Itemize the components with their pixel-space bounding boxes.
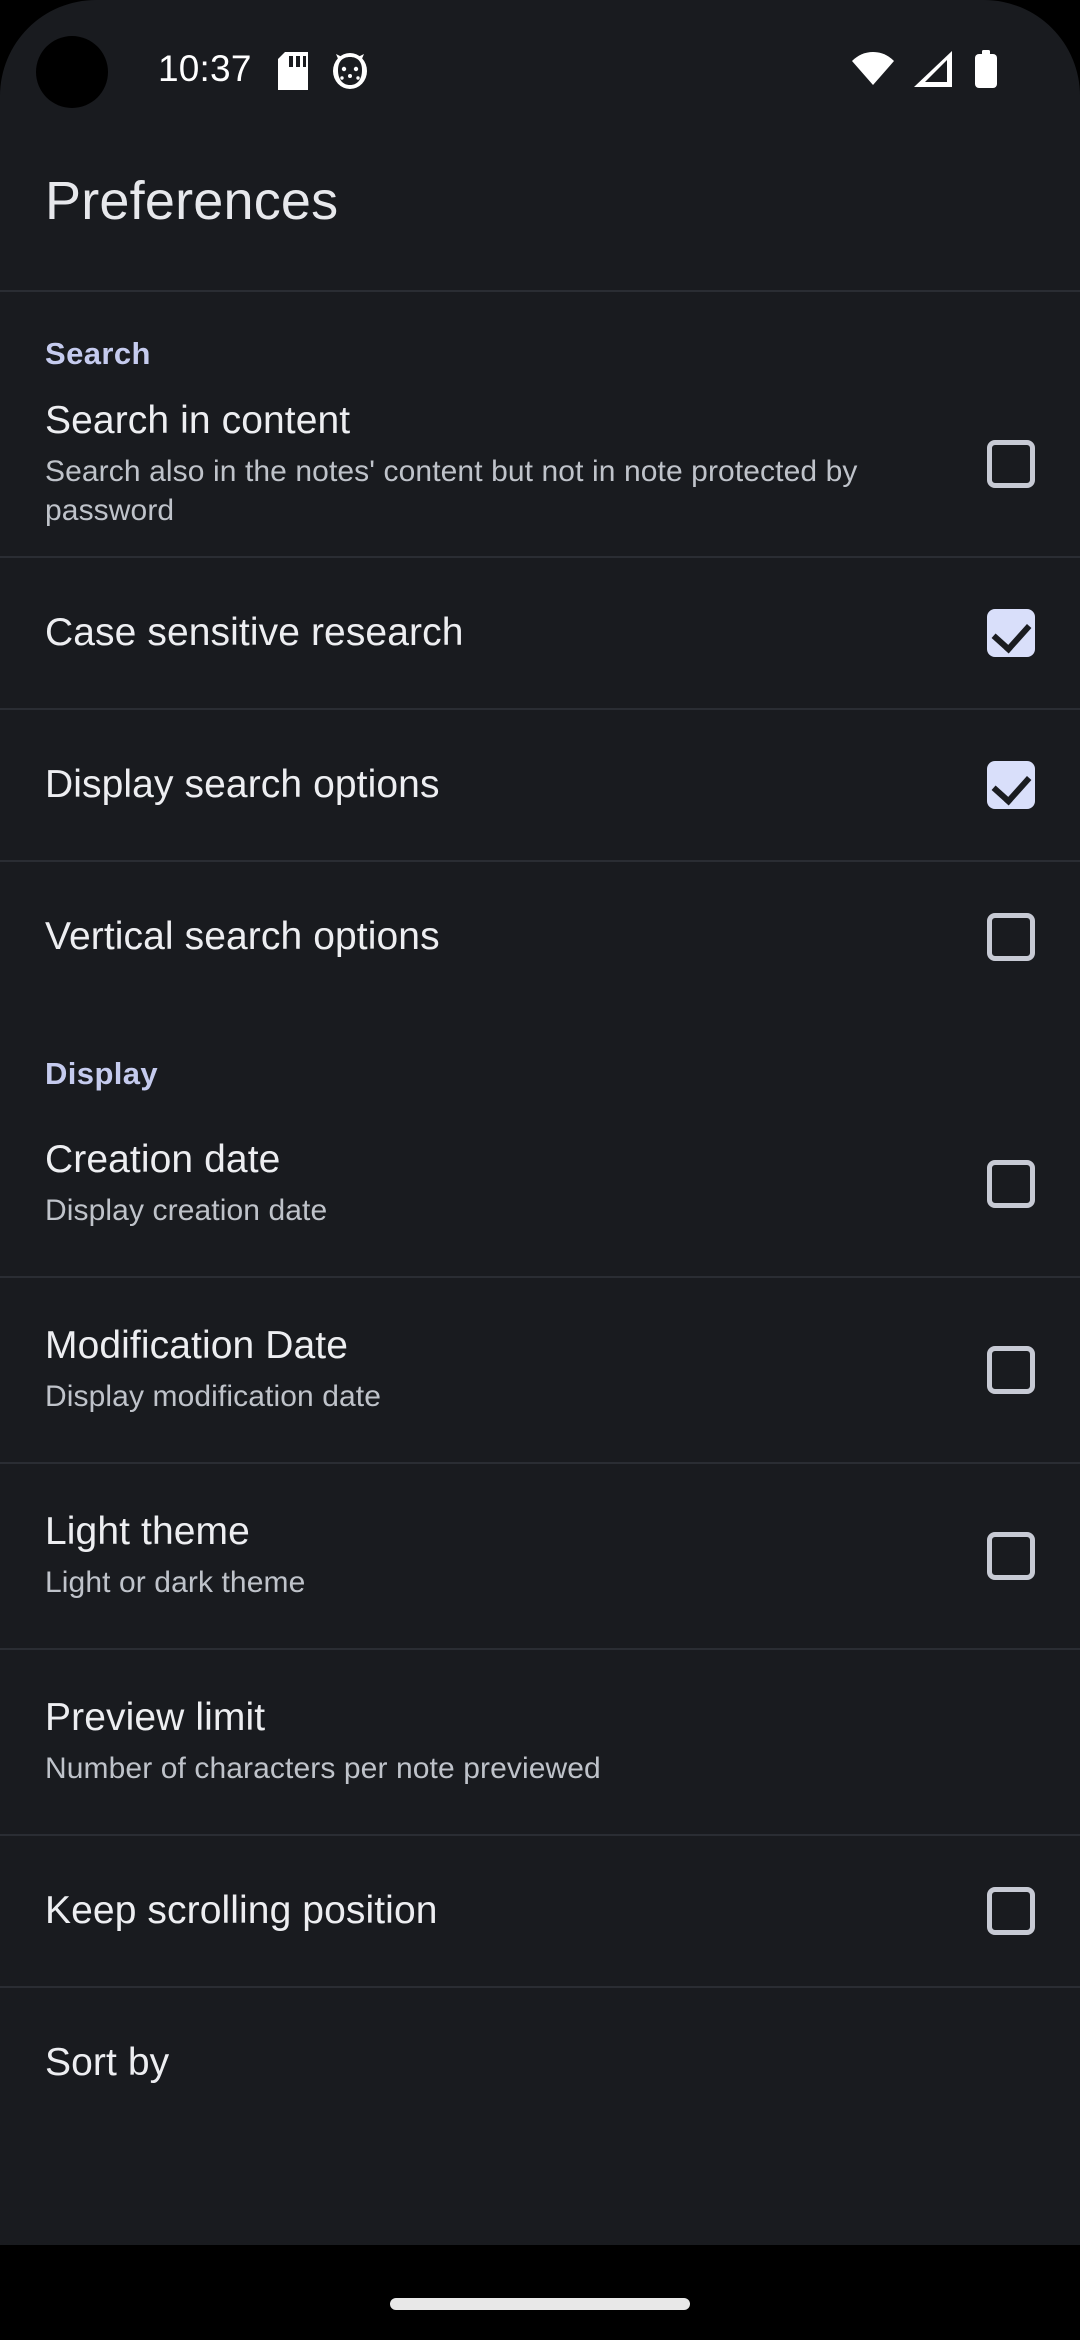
preference-title: Search in content xyxy=(45,399,351,443)
preference-text-block: Vertical search options xyxy=(45,914,987,960)
app-bar: Preferences xyxy=(0,132,1080,290)
section-header-search: Search xyxy=(45,336,151,371)
preference-row-vertical-search-options[interactable]: Vertical search options xyxy=(0,862,1080,1012)
preference-title: Preview limit xyxy=(45,1696,266,1740)
preference-text-block: Search in content Search also in the not… xyxy=(45,398,987,530)
app-notification-icon xyxy=(332,52,368,95)
checkbox-display-search-options[interactable] xyxy=(987,761,1035,809)
wifi-icon xyxy=(852,52,894,91)
preference-text-block: Case sensitive research xyxy=(45,610,987,656)
front-camera-punch-hole xyxy=(36,36,108,108)
preference-row-sort-by[interactable]: Sort by xyxy=(0,1988,1080,2138)
checkbox-modification-date[interactable] xyxy=(987,1346,1035,1394)
preference-text-block: Display search options xyxy=(45,762,987,808)
preference-text-block: Preview limit Number of characters per n… xyxy=(45,1695,1035,1788)
phone-screenshot: 10:37 Preferences Search Search in conte… xyxy=(0,0,1080,2340)
preference-row-creation-date[interactable]: Creation date Display creation date xyxy=(0,1092,1080,1276)
checkbox-vertical-search-options[interactable] xyxy=(987,913,1035,961)
preference-summary: Display creation date xyxy=(45,1194,328,1228)
status-bar-notification-icons xyxy=(278,52,368,95)
preference-title: Vertical search options xyxy=(45,914,440,958)
preference-title: Modification Date xyxy=(45,1324,349,1368)
preference-title: Keep scrolling position xyxy=(45,1888,438,1932)
checkbox-case-sensitive-research[interactable] xyxy=(987,609,1035,657)
status-bar: 10:37 xyxy=(0,0,1080,132)
system-navigation-bar xyxy=(0,2245,1080,2340)
preference-text-block: Keep scrolling position xyxy=(45,1888,987,1934)
preference-title: Display search options xyxy=(45,762,440,806)
preference-title: Case sensitive research xyxy=(45,610,464,654)
preference-row-case-sensitive-research[interactable]: Case sensitive research xyxy=(0,558,1080,708)
preference-row-display-search-options[interactable]: Display search options xyxy=(0,710,1080,860)
sd-card-icon xyxy=(278,52,308,95)
home-gesture-pill[interactable] xyxy=(390,2298,690,2310)
section-header-display: Display xyxy=(45,1056,159,1091)
preference-row-search-in-content[interactable]: Search in content Search also in the not… xyxy=(0,372,1080,556)
preference-text-block: Creation date Display creation date xyxy=(45,1137,987,1230)
page-title: Preferences xyxy=(45,171,339,231)
preference-title: Sort by xyxy=(45,2040,170,2084)
preference-text-block: Modification Date Display modification d… xyxy=(45,1323,987,1416)
preference-title: Light theme xyxy=(45,1510,250,1554)
checkbox-search-in-content[interactable] xyxy=(987,440,1035,488)
preference-summary: Search also in the notes' content but no… xyxy=(45,455,858,527)
preference-text-block: Light theme Light or dark theme xyxy=(45,1509,987,1602)
preference-row-keep-scrolling-position[interactable]: Keep scrolling position xyxy=(0,1836,1080,1986)
preference-text-block: Sort by xyxy=(45,2040,1035,2086)
preferences-list[interactable]: Search Search in content Search also in … xyxy=(0,290,1080,2245)
checkbox-creation-date[interactable] xyxy=(987,1160,1035,1208)
preference-row-modification-date[interactable]: Modification Date Display modification d… xyxy=(0,1278,1080,1462)
battery-icon xyxy=(974,50,998,93)
preference-row-light-theme[interactable]: Light theme Light or dark theme xyxy=(0,1464,1080,1648)
checkbox-keep-scrolling-position[interactable] xyxy=(987,1887,1035,1935)
cellular-signal-icon xyxy=(914,51,954,92)
status-bar-system-icons xyxy=(852,50,998,93)
preference-summary: Display modification date xyxy=(45,1380,382,1414)
screen-surface: 10:37 Preferences Search Search in conte… xyxy=(0,0,1080,2245)
checkbox-light-theme[interactable] xyxy=(987,1532,1035,1580)
preference-title: Creation date xyxy=(45,1138,281,1182)
preference-row-preview-limit[interactable]: Preview limit Number of characters per n… xyxy=(0,1650,1080,1834)
preference-summary: Light or dark theme xyxy=(45,1566,306,1600)
status-bar-clock: 10:37 xyxy=(158,48,252,89)
preference-summary: Number of characters per note previewed xyxy=(45,1752,601,1786)
